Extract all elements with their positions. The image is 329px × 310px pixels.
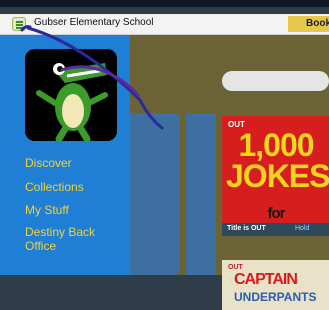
- background-panel: [186, 113, 216, 275]
- top-status-bar: [0, 0, 329, 7]
- book-card[interactable]: OUT CAPTAIN UNDERPANTS: [222, 260, 329, 310]
- out-badge: OUT: [228, 264, 243, 271]
- hold-button[interactable]: Hold: [295, 225, 309, 232]
- sidebar-item-collections[interactable]: Collections: [25, 180, 84, 194]
- book-cover-title: 1,000 JOKES for: [226, 127, 329, 222]
- alligator-mascot-icon: [25, 49, 117, 141]
- sidebar-item-my-stuff[interactable]: My Stuff: [25, 203, 69, 217]
- sidebar-item-destiny-back-office[interactable]: Destiny Back Office: [25, 225, 120, 253]
- book-cover-title: CAPTAIN: [234, 271, 298, 288]
- sidebar-item-discover[interactable]: Discover: [25, 156, 72, 170]
- book-cover-subtitle: UNDERPANTS: [234, 290, 317, 304]
- book-tab[interactable]: Book: [288, 16, 329, 32]
- sidebar-drawer: Discover Collections My Stuff Destiny Ba…: [0, 35, 130, 275]
- hamburger-menu-icon[interactable]: [12, 17, 26, 31]
- book-status-bar: Title is OUT Hold: [222, 223, 329, 236]
- search-input[interactable]: [222, 71, 329, 91]
- school-name: Gubser Elementary School: [34, 17, 154, 28]
- app-header: Gubser Elementary School Book: [0, 14, 329, 35]
- book-status: Title is OUT: [227, 225, 266, 232]
- book-card[interactable]: OUT 1,000 JOKES for Title is OUT Hold: [222, 116, 329, 236]
